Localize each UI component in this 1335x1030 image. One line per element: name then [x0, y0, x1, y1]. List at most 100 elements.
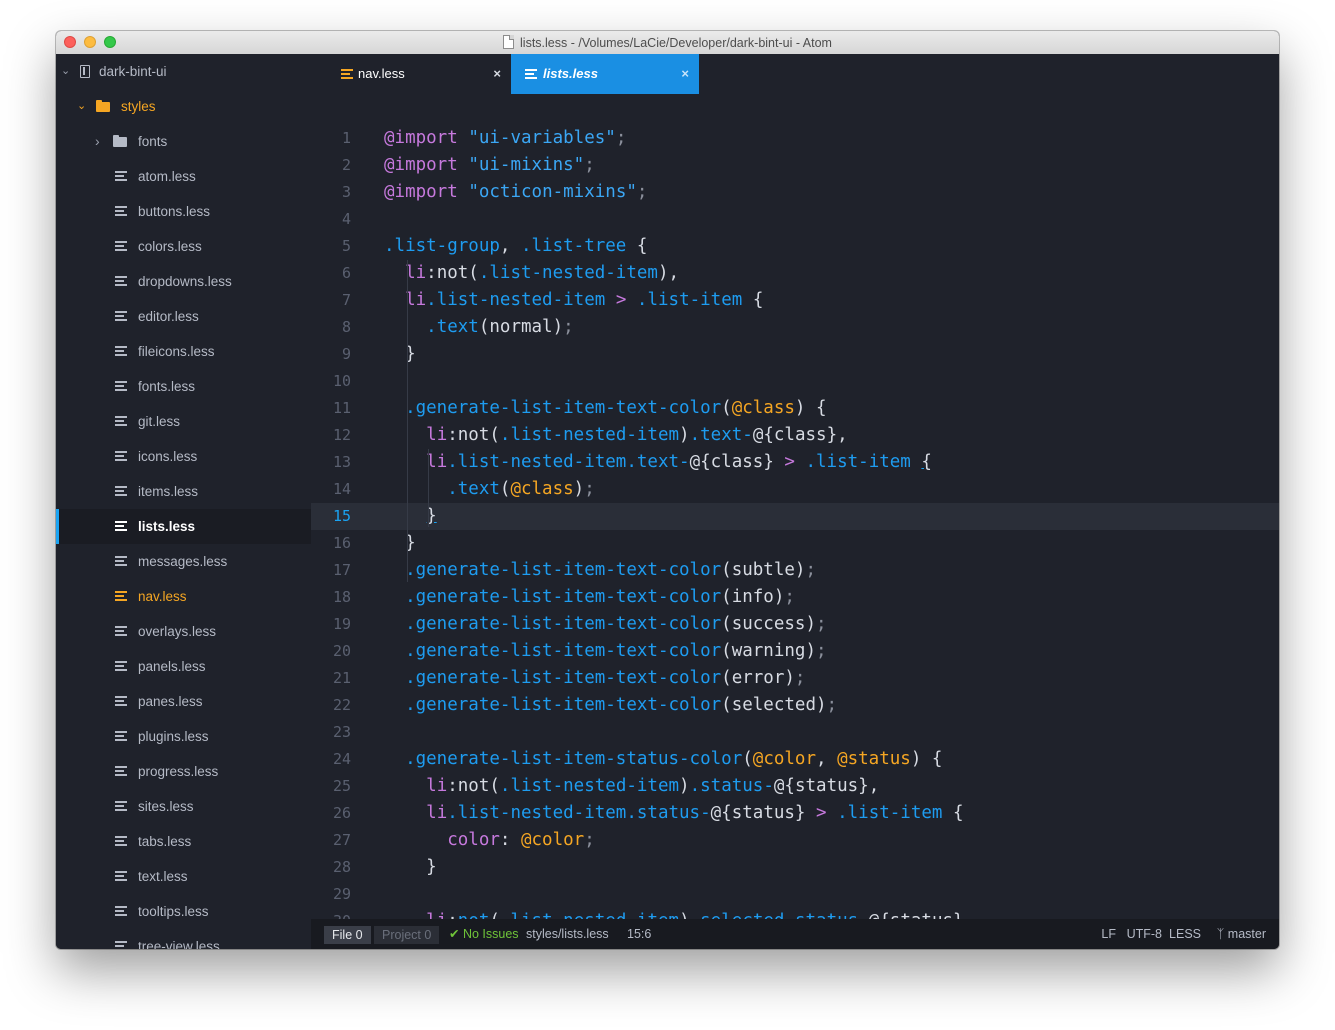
code-line: 8 .text(normal); [311, 314, 1279, 341]
tree-file-item[interactable]: fonts.less [56, 369, 311, 404]
line-number: 26 [332, 804, 351, 822]
tree-file-item[interactable]: icons.less [56, 439, 311, 474]
file-path[interactable]: styles/lists.less [526, 919, 609, 949]
code-line: 6 li:not(.list-nested-item), [311, 260, 1279, 287]
tree-file-item[interactable]: tabs.less [56, 824, 311, 859]
file-label: editor.less [138, 309, 199, 324]
code-line: 17 .generate-list-item-text-color(subtle… [311, 557, 1279, 584]
project-name: dark-bint-ui [99, 64, 167, 79]
less-file-icon [115, 905, 127, 918]
less-file-icon [115, 380, 127, 393]
grammar[interactable]: LESS [1169, 919, 1201, 949]
file-label: tooltips.less [138, 904, 209, 919]
file-label: fonts.less [138, 379, 196, 394]
tree-folder-fonts[interactable]: › fonts [56, 124, 311, 159]
tree-file-item[interactable]: atom.less [56, 159, 311, 194]
code-line: 29 [311, 881, 1279, 908]
file-label: dropdowns.less [138, 274, 232, 289]
less-file-icon [115, 275, 127, 288]
tree-file-item[interactable]: dropdowns.less [56, 264, 311, 299]
linter-file-tab[interactable]: File 0 [324, 926, 371, 944]
code-line: 25 li:not(.list-nested-item).status-@{st… [311, 773, 1279, 800]
tree-file-item[interactable]: buttons.less [56, 194, 311, 229]
less-file-icon [115, 170, 127, 183]
line-number: 13 [332, 453, 351, 471]
tree-file-item[interactable]: nav.less [56, 579, 311, 614]
tree-file-item[interactable]: colors.less [56, 229, 311, 264]
window-title: lists.less - /Volumes/LaCie/Developer/da… [520, 36, 832, 50]
tree-folder-styles[interactable]: ⌄ styles [56, 89, 311, 124]
file-label: tabs.less [138, 834, 192, 849]
tree-file-item[interactable]: tree-view.less [56, 929, 311, 949]
code-line: 12 li:not(.list-nested-item).text-@{clas… [311, 422, 1279, 449]
line-number: 10 [332, 372, 351, 390]
atom-window: lists.less - /Volumes/LaCie/Developer/da… [56, 31, 1279, 949]
document-icon [503, 35, 515, 49]
file-label: buttons.less [138, 204, 211, 219]
line-number: 24 [332, 750, 351, 768]
tree-file-item[interactable]: plugins.less [56, 719, 311, 754]
code-line: 1 @import "ui-variables"; [311, 125, 1279, 152]
less-file-icon [115, 205, 127, 218]
file-label: progress.less [138, 764, 219, 779]
folder-label: fonts [138, 134, 168, 149]
tree-file-item[interactable]: tooltips.less [56, 894, 311, 929]
line-number: 27 [332, 831, 351, 849]
tab-close-icon[interactable]: × [493, 54, 501, 94]
file-label: atom.less [138, 169, 196, 184]
line-number: 6 [341, 264, 351, 282]
tab-bar: nav.less × lists.less × [311, 54, 1279, 94]
tree-file-item[interactable]: lists.less [56, 509, 311, 544]
file-label: fileicons.less [138, 344, 215, 359]
less-file-icon [115, 835, 127, 848]
line-ending[interactable]: LF [1101, 919, 1116, 949]
linter-status[interactable]: ✔ No Issues [449, 919, 519, 949]
linter-project-tab[interactable]: Project 0 [374, 926, 440, 944]
chevron-down-icon: ⌄ [61, 65, 71, 77]
file-label: messages.less [138, 554, 228, 569]
tree-file-item[interactable]: overlays.less [56, 614, 311, 649]
code-line: 11 .generate-list-item-text-color(@class… [311, 395, 1279, 422]
code-line: 22 .generate-list-item-text-color(select… [311, 692, 1279, 719]
code-line: 30 li:not(.list-nested-item).selected.st… [311, 908, 1279, 919]
tree-file-item[interactable]: progress.less [56, 754, 311, 789]
code-line: 14 .text(@class); [311, 476, 1279, 503]
tree-project-root[interactable]: ⌄ dark-bint-ui [56, 54, 311, 89]
file-label: lists.less [138, 519, 196, 534]
tree-file-item[interactable]: messages.less [56, 544, 311, 579]
code-line: 2 @import "ui-mixins"; [311, 152, 1279, 179]
line-number: 20 [332, 642, 351, 660]
code-editor[interactable]: 1 @import "ui-variables"; 2 @import "ui-mi… [311, 94, 1279, 919]
tree-file-item[interactable]: panels.less [56, 649, 311, 684]
line-number: 16 [332, 534, 351, 552]
code-line: 9 } [311, 341, 1279, 368]
tab-nav-less[interactable]: nav.less × [311, 54, 511, 94]
tree-file-item[interactable]: fileicons.less [56, 334, 311, 369]
folder-icon [113, 135, 127, 147]
line-number: 18 [332, 588, 351, 606]
tree-file-item[interactable]: items.less [56, 474, 311, 509]
less-file-icon [115, 730, 127, 743]
less-file-icon [115, 485, 127, 498]
less-file-icon [115, 590, 127, 603]
line-number: 19 [332, 615, 351, 633]
file-label: colors.less [138, 239, 202, 254]
tab-close-icon[interactable]: × [681, 54, 689, 94]
less-file-icon [115, 450, 127, 463]
line-number: 3 [341, 183, 351, 201]
tree-file-item[interactable]: editor.less [56, 299, 311, 334]
tree-file-item[interactable]: sites.less [56, 789, 311, 824]
file-encoding[interactable]: UTF-8 [1127, 919, 1162, 949]
less-file-icon [115, 555, 127, 568]
code-line: 3 @import "octicon-mixins"; [311, 179, 1279, 206]
line-number: 17 [332, 561, 351, 579]
git-branch[interactable]: ᛉ master [1217, 919, 1266, 949]
line-number: 25 [332, 777, 351, 795]
code-line: 20 .generate-list-item-text-color(warnin… [311, 638, 1279, 665]
tree-file-item[interactable]: git.less [56, 404, 311, 439]
tree-file-item[interactable]: text.less [56, 859, 311, 894]
line-number: 8 [341, 318, 351, 336]
tree-file-item[interactable]: panes.less [56, 684, 311, 719]
tab-lists-less[interactable]: lists.less × [511, 54, 699, 94]
cursor-position[interactable]: 15:6 [627, 919, 651, 949]
